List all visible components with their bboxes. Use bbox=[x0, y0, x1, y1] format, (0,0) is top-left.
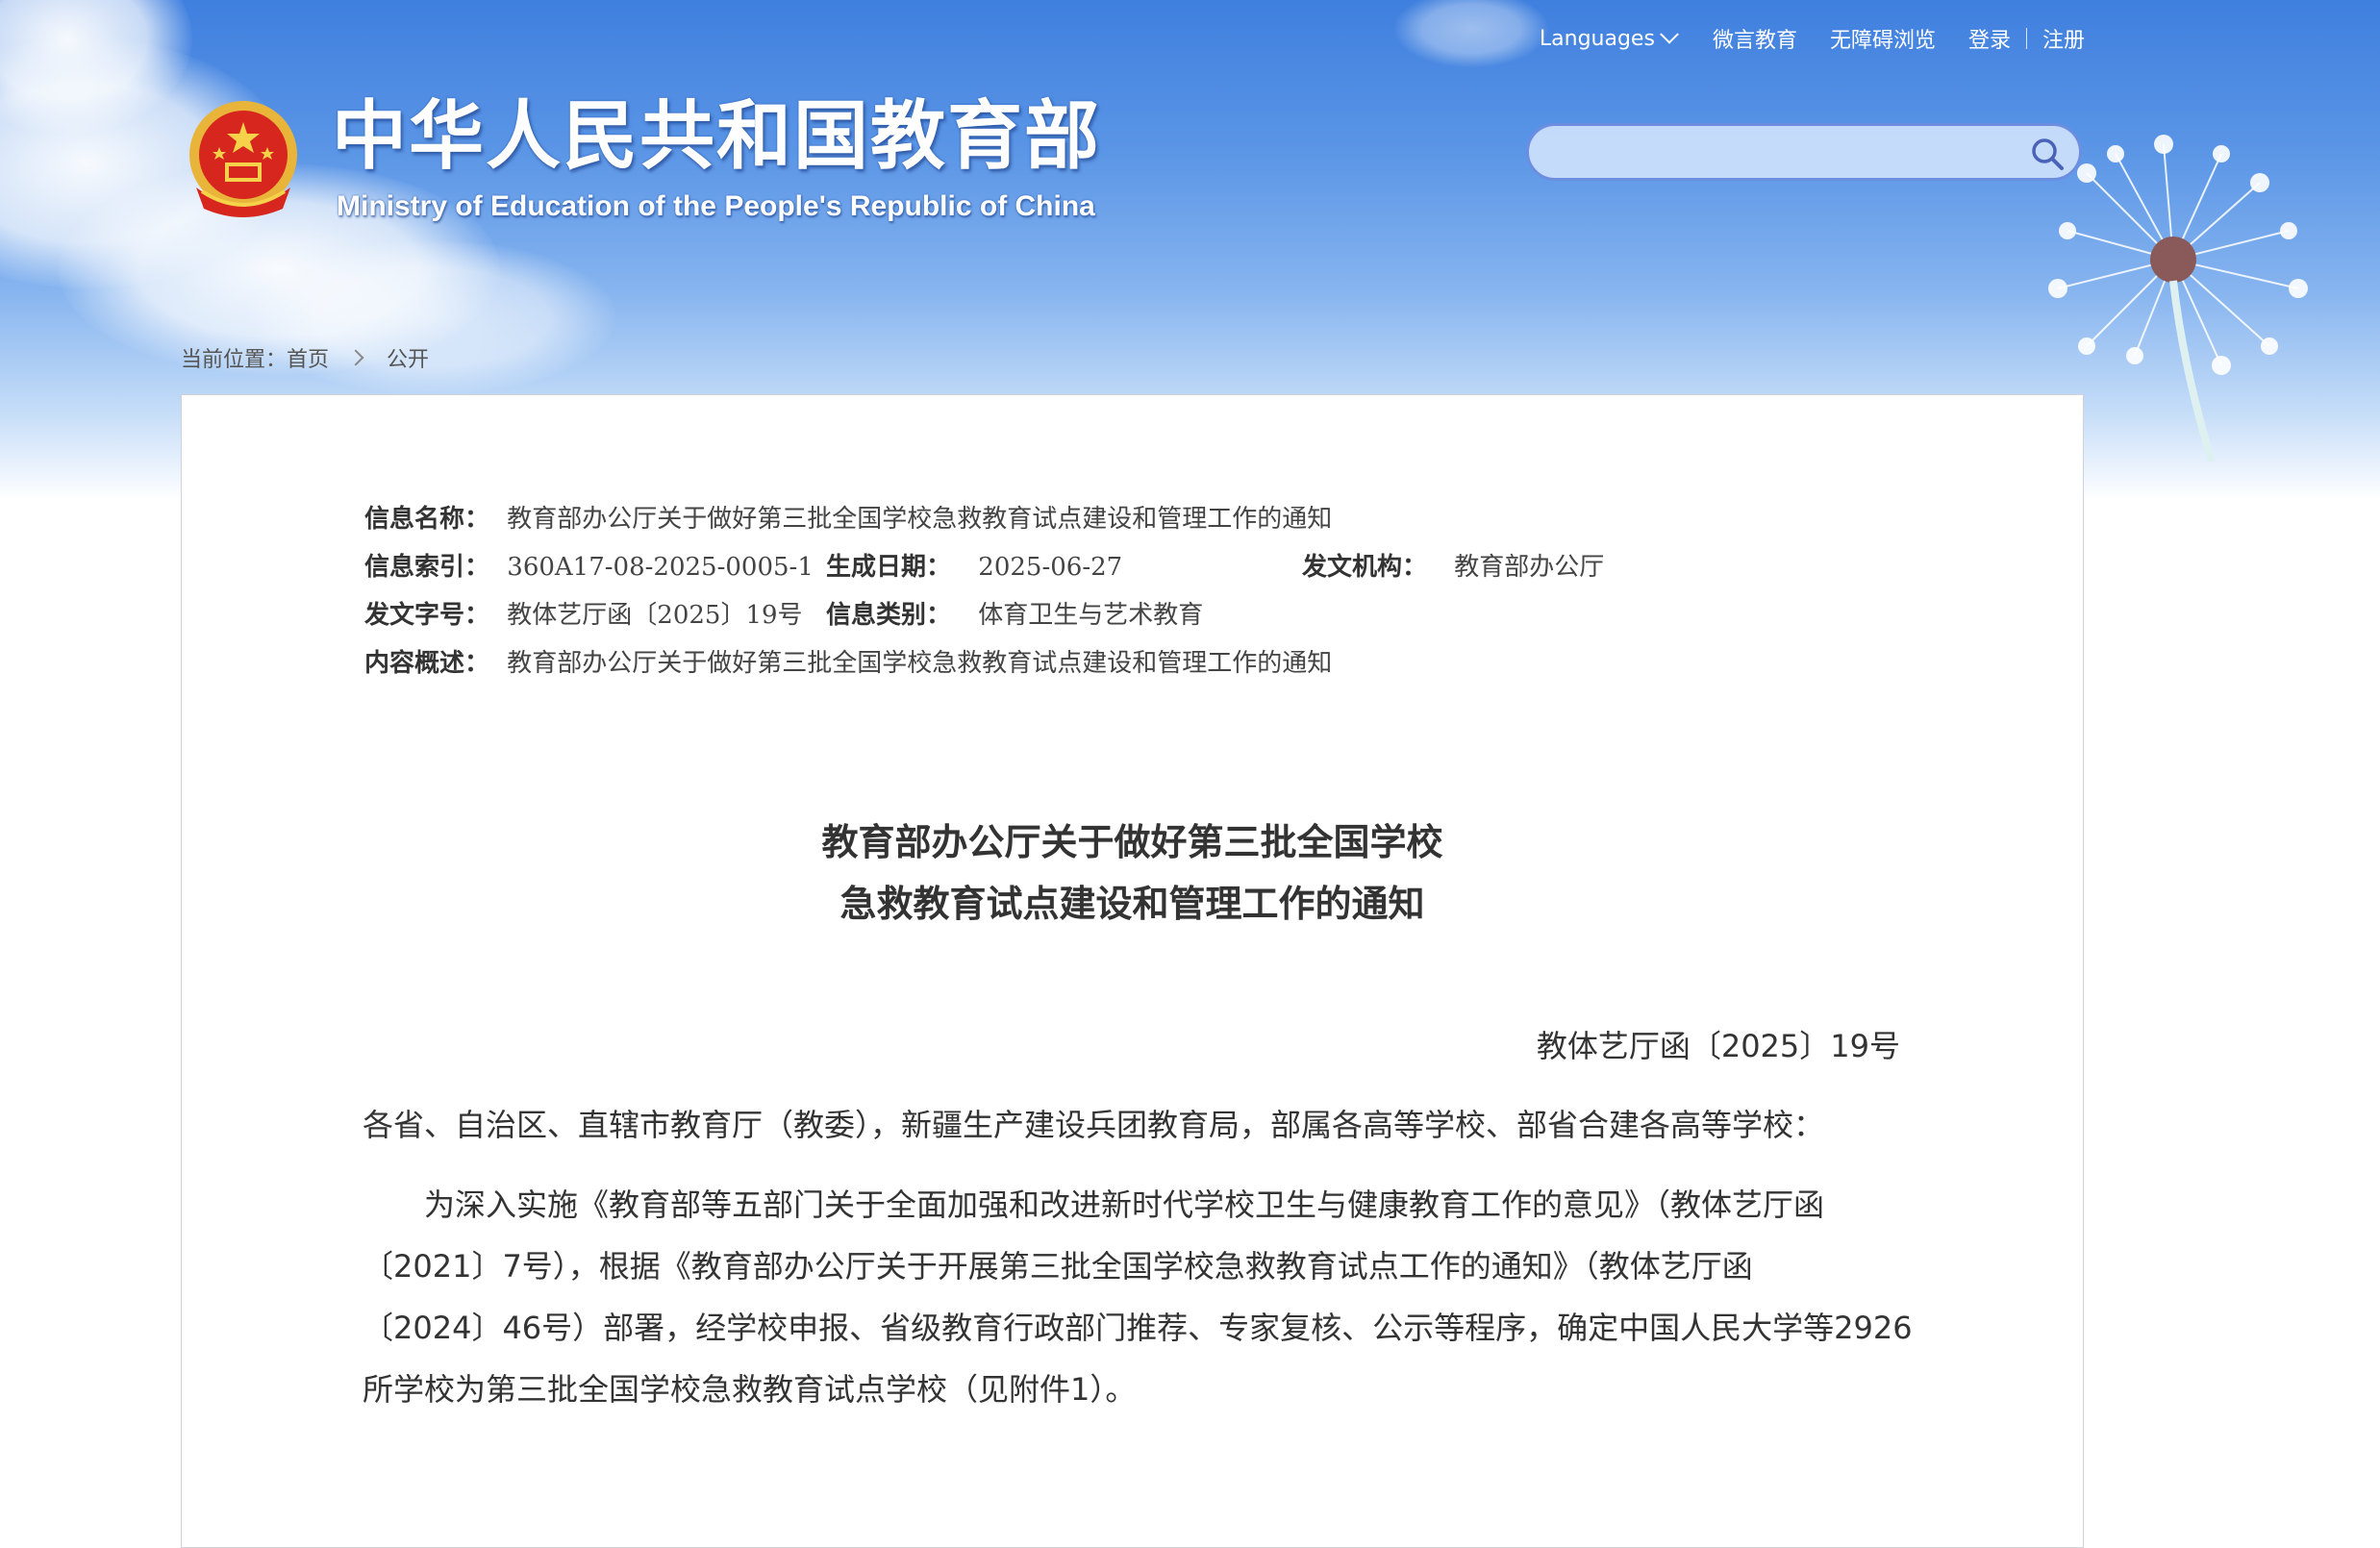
languages-dropdown[interactable]: Languages bbox=[1539, 24, 1679, 51]
meta-value: 教育部办公厅关于做好第三批全国学校急救教育试点建设和管理工作的通知 bbox=[507, 649, 1333, 678]
meta-label: 信息名称： bbox=[364, 505, 490, 534]
breadcrumb-home[interactable]: 首页 bbox=[287, 342, 329, 373]
meta-value: 360A17-08-2025-0005-1 bbox=[507, 553, 814, 582]
meta-label: 发文机构： bbox=[1302, 553, 1428, 582]
breadcrumb-prefix: 当前位置： bbox=[181, 348, 288, 372]
meta-date-row: 生成日期： 2025-06-27 bbox=[826, 547, 1122, 583]
search-box bbox=[1526, 123, 2082, 181]
document-number: 教体艺厅函〔2025〕19号 bbox=[1536, 1028, 1900, 1064]
paragraph-line: 为深入实施《教育部等五部门关于全面加强和改进新时代学校卫生与健康教育工作的意见》… bbox=[363, 1186, 1825, 1223]
document-addressee: 各省、自治区、直辖市教育厅（教委），新疆生产建设兵团教育局，部属各高等学校、部省… bbox=[363, 1107, 1825, 1143]
breadcrumb-current[interactable]: 公开 bbox=[387, 342, 429, 373]
search-input[interactable] bbox=[1550, 134, 2016, 172]
document-title-line2: 急救教育试点建设和管理工作的通知 bbox=[839, 883, 1425, 925]
meta-value: 教育部办公厅 bbox=[1454, 553, 1605, 582]
meta-value: 教体艺厅函〔2025〕19号 bbox=[507, 601, 803, 630]
search-icon[interactable] bbox=[2029, 136, 2066, 172]
paragraph-line: 〔2021〕7号），根据《教育部办公厅关于开展第三批全国学校急救教育试点工作的通… bbox=[363, 1248, 1753, 1285]
document-paragraph: 为深入实施《教育部等五部门关于全面加强和改进新时代学校卫生与健康教育工作的意见》… bbox=[363, 1174, 1920, 1420]
site-title-cn[interactable]: 中华人民共和国教育部 bbox=[332, 92, 1101, 181]
meta-label: 生成日期： bbox=[826, 553, 952, 582]
meta-category-row: 信息类别： 体育卫生与艺术教育 bbox=[826, 595, 1203, 631]
meta-label: 内容概述： bbox=[364, 649, 490, 678]
breadcrumb: 当前位置： 首页 公开 bbox=[181, 342, 429, 373]
site-title-en: Ministry of Education of the People's Re… bbox=[337, 190, 1095, 222]
meta-value: 体育卫生与艺术教育 bbox=[978, 601, 1204, 630]
paragraph-line: 〔2024〕46号）部署，经学校申报、省级教育行政部门推荐、专家复核、公示等程序… bbox=[363, 1310, 1913, 1346]
chevron-right-icon bbox=[347, 349, 364, 366]
chevron-down-icon bbox=[1660, 24, 1679, 44]
meta-value: 教育部办公厅关于做好第三批全国学校急救教育试点建设和管理工作的通知 bbox=[507, 505, 1333, 534]
meta-index-row: 信息索引： 360A17-08-2025-0005-1 bbox=[364, 547, 814, 583]
meta-name-row: 信息名称： 教育部办公厅关于做好第三批全国学校急救教育试点建设和管理工作的通知 bbox=[364, 499, 1332, 535]
meta-docno-row: 发文字号： 教体艺厅函〔2025〕19号 bbox=[364, 595, 803, 631]
accessibility-link[interactable]: 无障碍浏览 bbox=[1830, 23, 1936, 54]
top-links: Languages 微言教育 无障碍浏览 登录 注册 bbox=[1540, 23, 2085, 54]
meta-org-row: 发文机构： 教育部办公厅 bbox=[1302, 547, 1604, 583]
link-divider bbox=[2025, 28, 2027, 49]
content-panel: 信息名称： 教育部办公厅关于做好第三批全国学校急救教育试点建设和管理工作的通知 … bbox=[181, 394, 2084, 1548]
meta-label: 发文字号： bbox=[364, 601, 490, 630]
meta-label: 信息索引： bbox=[364, 553, 490, 582]
national-emblem-icon bbox=[189, 101, 297, 217]
paragraph-line: 所学校为第三批全国学校急救教育试点学校（见附件1）。 bbox=[363, 1371, 1137, 1408]
cloud-decoration bbox=[1394, 0, 1548, 67]
document-title-line1: 教育部办公厅关于做好第三批全国学校 bbox=[821, 821, 1443, 863]
meta-value: 2025-06-27 bbox=[978, 553, 1123, 582]
meta-label: 信息类别： bbox=[826, 601, 952, 630]
login-link[interactable]: 登录 bbox=[1968, 23, 2011, 54]
register-link[interactable]: 注册 bbox=[2042, 23, 2085, 54]
languages-label: Languages bbox=[1539, 26, 1655, 51]
meta-summary-row: 内容概述： 教育部办公厅关于做好第三批全国学校急救教育试点建设和管理工作的通知 bbox=[364, 643, 1332, 679]
weiyan-link[interactable]: 微言教育 bbox=[1713, 23, 1797, 54]
